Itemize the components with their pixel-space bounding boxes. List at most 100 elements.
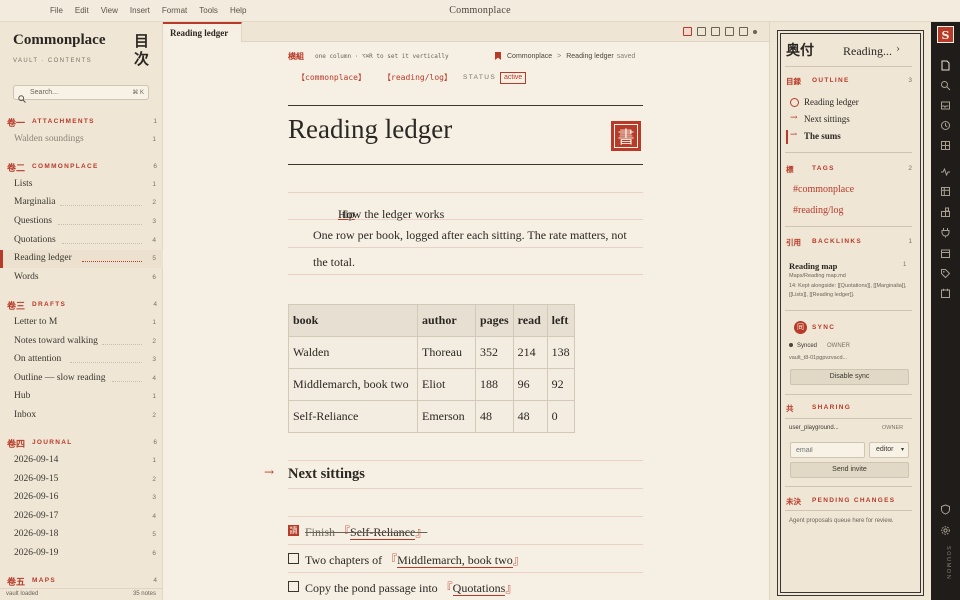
task-link[interactable]: Self-Reliance: [350, 525, 416, 540]
callout-line[interactable]: One row per book, logged after each sitt…: [288, 221, 643, 248]
tag-link[interactable]: #reading/log: [793, 205, 844, 216]
sidebar-item-letter-to-m[interactable]: Letter to M 1: [0, 314, 163, 332]
table-cell[interactable]: Eliot: [417, 368, 476, 401]
task-checkbox-checked[interactable]: 讀: [288, 525, 299, 536]
group-attachments[interactable]: 卷一 ATTACHMENTS 1: [7, 116, 157, 129]
chevron-right-icon[interactable]: ›: [896, 44, 900, 55]
section-backlinks[interactable]: 引用 BACKLINKS 1: [786, 237, 912, 249]
role-select[interactable]: editor ▾: [869, 442, 909, 458]
panel-toggle-icon[interactable]: [739, 27, 748, 36]
group-maps[interactable]: 卷五 MAPS 4: [7, 575, 157, 588]
section-outline[interactable]: 目録 OUTLINE 3: [786, 76, 912, 88]
sidebar-item-outline-slow-reading[interactable]: Outline — slow reading 4: [0, 370, 163, 388]
sidebar-item-journal-day[interactable]: 2026-09-17 4: [0, 508, 163, 526]
seal-view-icon[interactable]: [683, 27, 692, 36]
sidebar-item-journal-day[interactable]: 2026-09-16 3: [0, 489, 163, 507]
status-badge[interactable]: active: [500, 72, 527, 84]
task-checkbox[interactable]: [288, 581, 299, 592]
sidebar-item-words[interactable]: Words 6: [0, 269, 163, 287]
app-logo[interactable]: S: [937, 26, 954, 43]
sidebar-item-journal-day[interactable]: 2026-09-18 5: [0, 526, 163, 544]
table-cell[interactable]: Emerson: [417, 400, 476, 433]
search-input[interactable]: Search... ⌘ K: [13, 85, 149, 103]
split-view-icon[interactable]: [711, 27, 720, 36]
column-header[interactable]: book: [288, 304, 418, 337]
shield-icon[interactable]: [940, 504, 951, 515]
bookmark-icon[interactable]: [495, 52, 501, 60]
sidebar-item-journal-day[interactable]: 2026-09-19 6: [0, 545, 163, 563]
outline-item[interactable]: → Next sittings: [786, 113, 912, 127]
table-cell[interactable]: Thoreau: [417, 336, 476, 369]
calendar-grid-icon[interactable]: [940, 248, 951, 259]
outline-item-active[interactable]: ⇀ The sums: [786, 130, 912, 144]
tab-reading-ledger[interactable]: Reading ledger: [163, 22, 242, 42]
column-header[interactable]: left: [546, 304, 575, 337]
group-journal[interactable]: 卷四 JOURNAL 6: [7, 437, 157, 450]
task-link[interactable]: Middlemarch, book two: [397, 553, 513, 568]
email-field[interactable]: [790, 442, 865, 458]
tag-icon[interactable]: [940, 268, 951, 279]
column-header[interactable]: pages: [475, 304, 514, 337]
table-cell[interactable]: 188: [475, 368, 514, 401]
section-sharing[interactable]: 共 SHARING: [786, 403, 912, 415]
callout-line[interactable]: the total.: [288, 248, 643, 275]
sidebar-item-journal-day[interactable]: 2026-09-14 1: [0, 452, 163, 470]
sidebar-item-inbox[interactable]: Inbox 2: [0, 407, 163, 425]
layout-kanji[interactable]: 横組: [288, 51, 304, 62]
columns-view-icon[interactable]: [725, 27, 734, 36]
send-invite-button[interactable]: Send invite: [790, 462, 909, 478]
section-pending-changes[interactable]: 未決 PENDING CHANGES: [786, 496, 912, 508]
sidebar-item-notes-toward-walking[interactable]: Notes toward walking 2: [0, 333, 163, 351]
task-link[interactable]: Quotations: [452, 581, 506, 596]
calendar-icon[interactable]: [940, 288, 951, 299]
table-cell[interactable]: Middlemarch, book two: [288, 368, 418, 401]
table-cell[interactable]: 352: [475, 336, 514, 369]
activity-icon[interactable]: [940, 166, 951, 177]
tag-chip-reading-log[interactable]: 【reading/log】: [383, 72, 452, 83]
sidebar-item-reading-ledger[interactable]: Reading ledger 5: [0, 250, 163, 268]
table-cell[interactable]: 214: [512, 336, 548, 369]
preview-eye-icon[interactable]: [697, 27, 706, 36]
sidebar-item-on-attention[interactable]: On attention 3: [0, 351, 163, 369]
table-cell[interactable]: 138: [546, 336, 575, 369]
backlink-title[interactable]: Reading map: [789, 261, 837, 271]
tag-link[interactable]: #commonplace: [793, 184, 854, 195]
reading-ledger-table[interactable]: book author pages read left Walden Thore…: [288, 304, 575, 433]
group-commonplace[interactable]: 卷二 COMMONPLACE 6: [7, 161, 157, 174]
sidebar-item-marginalia[interactable]: Marginalia 2: [0, 194, 163, 212]
sidebar-item-lists[interactable]: Lists 1: [0, 176, 163, 194]
callout-line[interactable]: !tip How the ledger works: [288, 193, 643, 221]
grid-icon[interactable]: [940, 140, 951, 151]
section-heading[interactable]: Next sittings: [288, 466, 365, 483]
page-title[interactable]: Reading ledger: [288, 114, 452, 145]
tag-chip-commonplace[interactable]: 【commonplace】: [297, 72, 366, 83]
sidebar-item-walden-soundings[interactable]: Walden soundings 1: [0, 131, 163, 149]
group-drafts[interactable]: 卷三 DRAFTS 4: [7, 299, 157, 312]
section-tags[interactable]: 標 TAGS 2: [786, 164, 912, 176]
table-icon[interactable]: [940, 186, 951, 197]
inbox-icon[interactable]: [940, 100, 951, 111]
breadcrumb-parent[interactable]: Commonplace: [507, 53, 552, 60]
outline-item[interactable]: Reading ledger: [786, 96, 912, 110]
history-icon[interactable]: [940, 120, 951, 131]
sidebar-item-hub[interactable]: Hub 1: [0, 388, 163, 406]
section-sync[interactable]: SYNC: [812, 323, 912, 335]
table-cell[interactable]: Self-Reliance: [288, 400, 418, 433]
blocks-icon[interactable]: [940, 207, 951, 218]
document-editor[interactable]: 横組 one column · ⌥⌘R to set it vertically…: [163, 42, 769, 600]
sidebar-item-journal-day[interactable]: 2026-09-15 2: [0, 471, 163, 489]
table-cell[interactable]: 92: [546, 368, 575, 401]
plug-icon[interactable]: [940, 227, 951, 238]
sidebar-item-questions[interactable]: Questions 3: [0, 213, 163, 231]
table-cell[interactable]: 96: [512, 368, 548, 401]
sidebar-item-quotations[interactable]: Quotations 4: [0, 232, 163, 250]
table-cell[interactable]: Walden: [288, 336, 418, 369]
column-header[interactable]: author: [417, 304, 476, 337]
table-cell[interactable]: 48: [475, 400, 514, 433]
search-icon[interactable]: [940, 80, 951, 91]
table-cell[interactable]: 0: [546, 400, 575, 433]
table-cell[interactable]: 48: [512, 400, 548, 433]
task-checkbox[interactable]: [288, 553, 299, 564]
column-header[interactable]: read: [512, 304, 548, 337]
file-icon[interactable]: [940, 60, 951, 71]
